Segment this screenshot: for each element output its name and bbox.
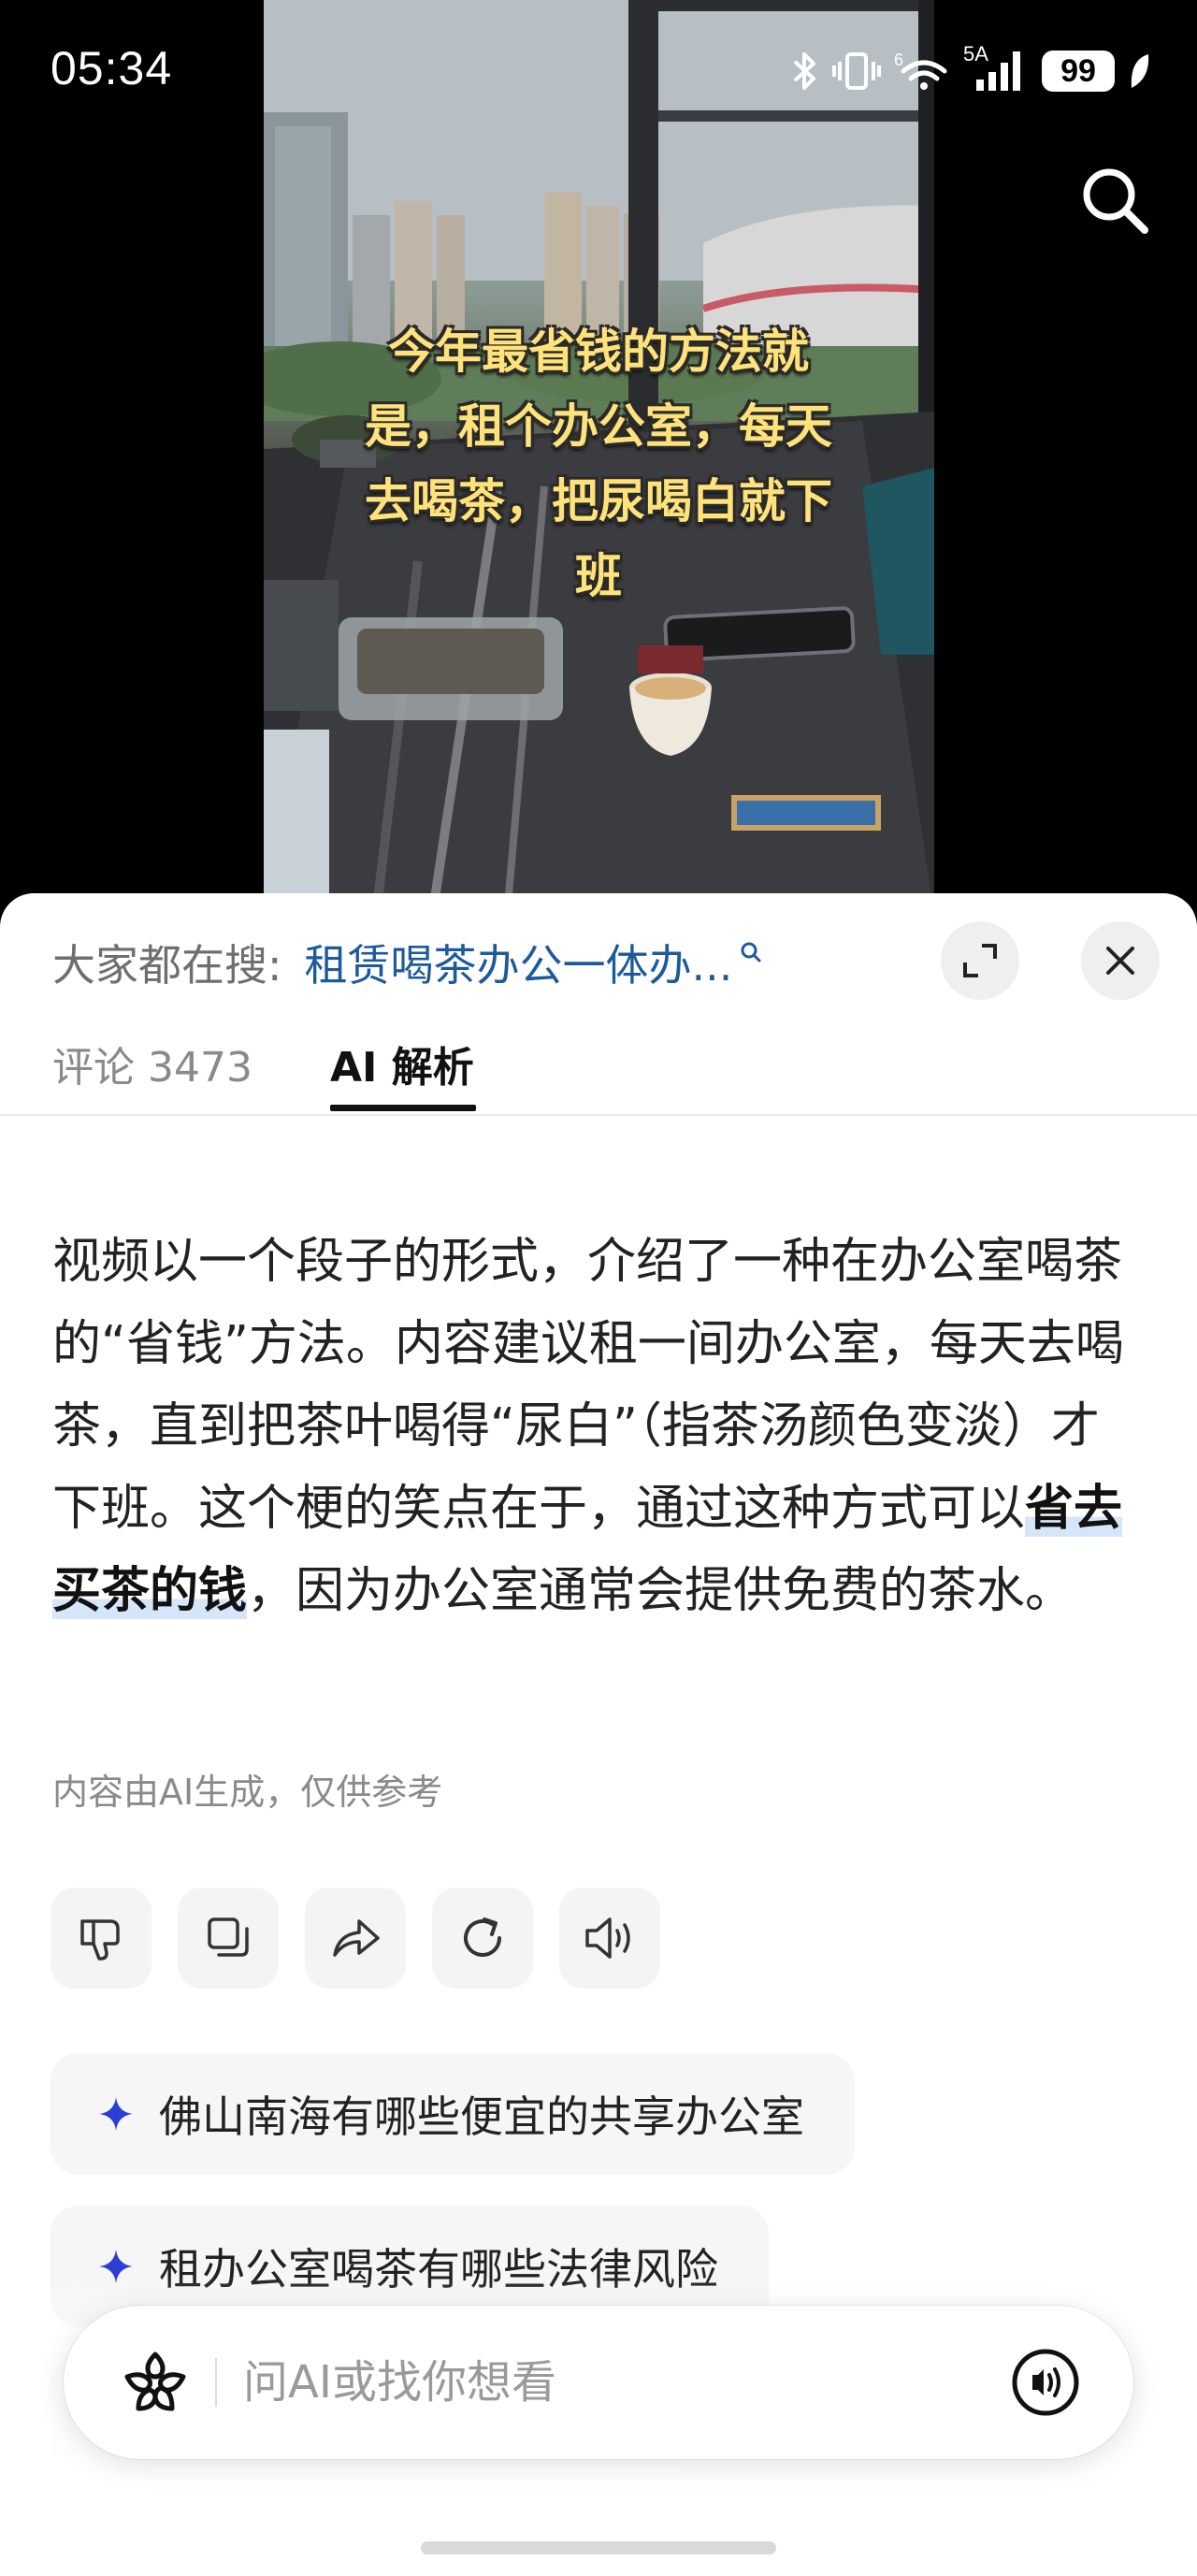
trending-query-link[interactable]: 租赁喝茶办公一体办... [305, 932, 733, 993]
share-button[interactable] [305, 1888, 406, 1989]
dislike-button[interactable] [50, 1888, 151, 1989]
ask-ai-input[interactable] [243, 2343, 973, 2422]
thumbs-down-icon [80, 1919, 120, 1961]
leaf-icon [1131, 54, 1149, 88]
close-button[interactable] [1081, 921, 1160, 1000]
sheet-tabs: 评论 3473 AI 解析 [0, 1024, 1197, 1116]
bluetooth-icon [793, 52, 815, 90]
status-bar: 05:34 6 5A 99 [0, 0, 1197, 140]
sparkle-icon [99, 2097, 133, 2131]
suggested-question-text: 佛山南海有哪些便宜的共享办公室 [159, 2091, 804, 2142]
ai-summary-text: 视频以一个段子的形式，介绍了一种在办公室喝茶的“省钱”方法。内容建议租一间办公室… [52, 1221, 1147, 1632]
status-time: 05:34 [50, 42, 173, 94]
signal-icon [976, 51, 1020, 91]
ai-summary-part1: 视频以一个段子的形式，介绍了一种在办公室喝茶的“省钱”方法。内容建议租一间办公室… [52, 1234, 1124, 1537]
video-caption: 今年最省钱的方法就是，租个办公室，每天去喝茶，把尿喝白就下班 [365, 325, 832, 603]
speaker-icon [585, 1918, 630, 1959]
active-tab-indicator [330, 1105, 476, 1111]
expand-icon [963, 944, 997, 977]
expand-button[interactable] [941, 921, 1019, 1000]
tab-ai-analysis[interactable]: AI 解析 [330, 1034, 474, 1093]
regenerate-icon [464, 1918, 501, 1957]
ai-analysis-sheet: 大家都在搜: 租赁喝茶办公一体办... 评论 3473 AI 解析 视频以一个段… [0, 893, 1197, 2576]
small-search-icon [741, 942, 761, 962]
copy-icon [208, 1918, 249, 1957]
ask-divider [215, 2358, 217, 2407]
trending-label: 大家都在搜: [52, 940, 282, 991]
network-type: 5A [963, 42, 1029, 94]
share-icon [333, 1919, 380, 1957]
status-icons: 6 5A 99 [791, 42, 1150, 97]
search-icon [1083, 168, 1148, 234]
copy-button[interactable] [178, 1888, 279, 1989]
close-icon [1106, 947, 1134, 975]
battery-icon: 99 [1042, 51, 1115, 92]
ai-disclaimer: 内容由AI生成，仅供参考 [52, 1772, 443, 1813]
ai-summary-part2: ，因为办公室通常会提供免费的茶水。 [247, 1563, 1074, 1619]
video-search-button[interactable] [1070, 155, 1160, 245]
ai-logo-button[interactable] [116, 2343, 195, 2422]
voice-call-icon[interactable] [1010, 2347, 1081, 2418]
battery-level: 99 [1060, 52, 1096, 89]
suggested-question[interactable]: 佛山南海有哪些便宜的共享办公室 [50, 2053, 855, 2175]
read-aloud-button[interactable] [559, 1888, 660, 1989]
action-bar [50, 1888, 660, 1989]
regenerate-button[interactable] [432, 1888, 533, 1989]
ai-flower-logo-icon [124, 2352, 186, 2411]
trending-search: 大家都在搜: 租赁喝茶办公一体办... [52, 925, 762, 1000]
ask-ai-bar[interactable] [64, 2306, 1133, 2459]
wifi-icon: 6 [894, 51, 947, 90]
tab-comments[interactable]: 评论 3473 [52, 1034, 252, 1093]
vibrate-icon [832, 52, 881, 90]
home-indicator[interactable] [421, 2541, 776, 2554]
svg-text:6: 6 [894, 51, 903, 69]
